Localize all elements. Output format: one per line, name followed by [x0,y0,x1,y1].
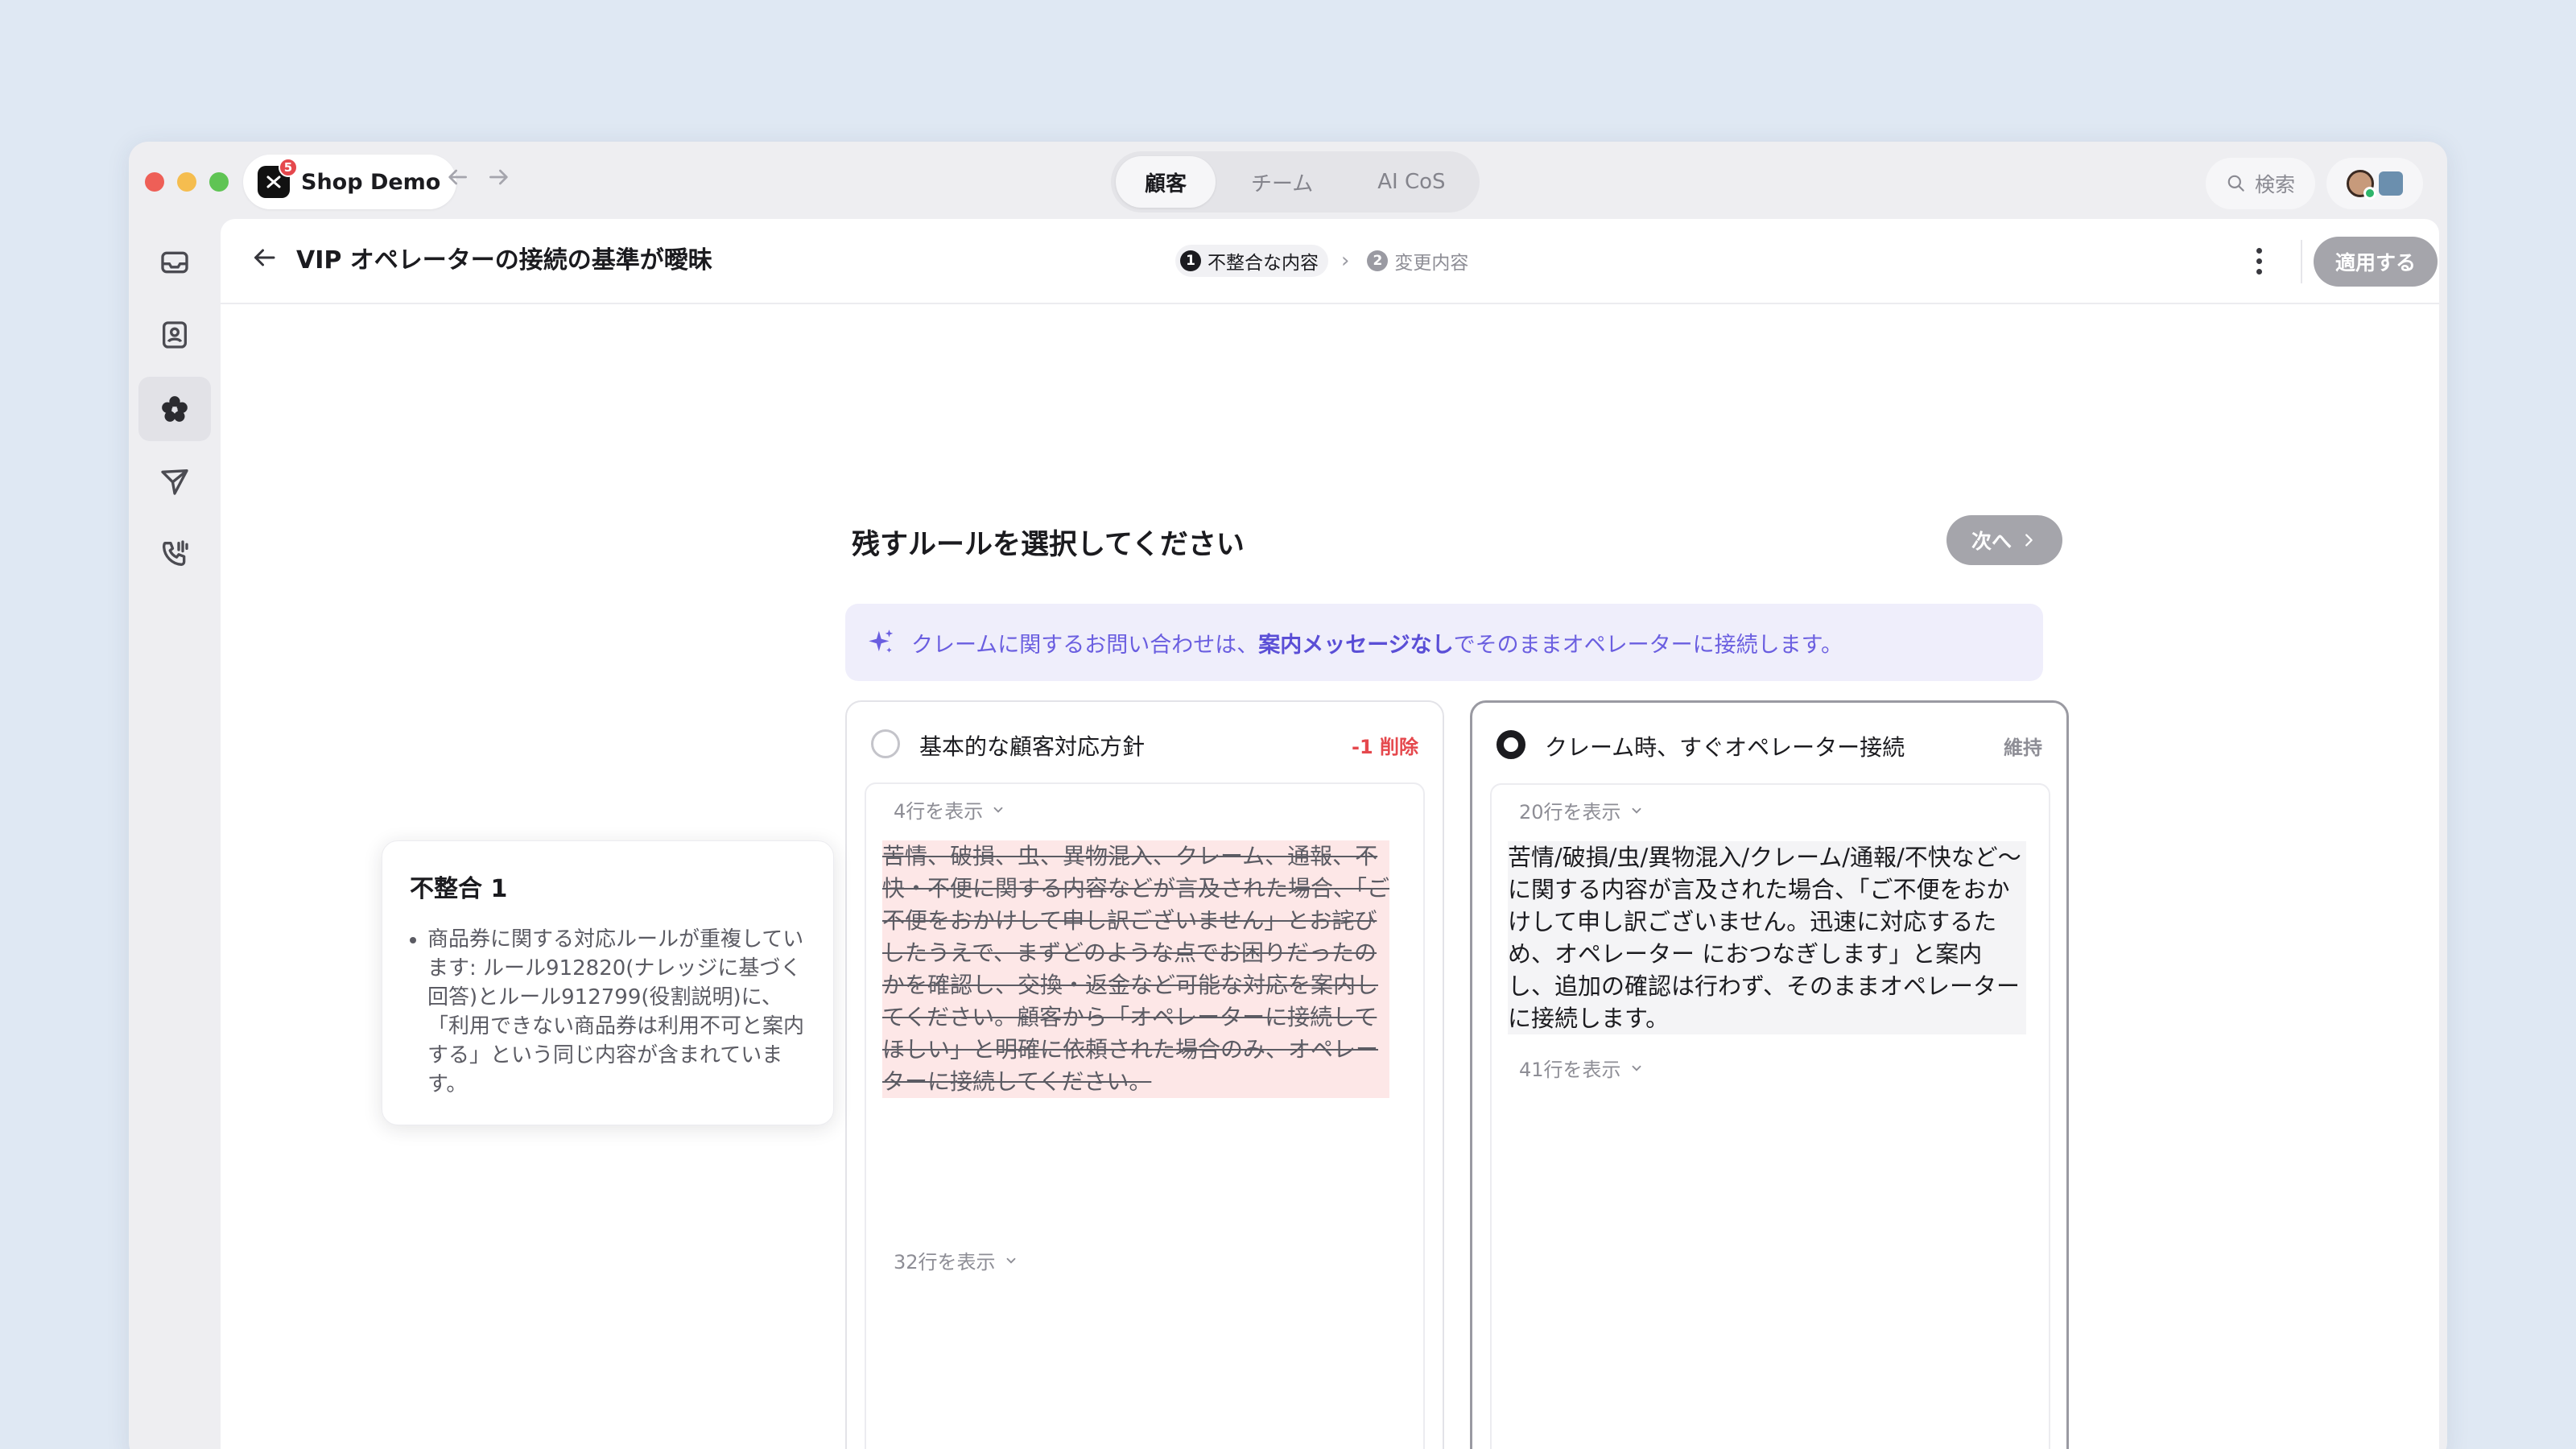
step-number: 2 [1367,250,1389,271]
workspace-name: Shop Demo [301,169,441,195]
keep-badge: 維持 [2004,737,2042,759]
sidebar-item-inbox[interactable] [138,230,211,295]
avatar [2347,170,2376,200]
step-label: 変更内容 [1394,253,1469,274]
chevron-down-icon [1006,1257,1015,1264]
search-icon [2227,175,2244,192]
search-label: 検索 [2254,173,2295,196]
banner-emphasis: 案内メッセージなし [1258,632,1454,658]
chevron-down-icon [993,807,1003,813]
rule-radio-basic-policy[interactable] [871,729,900,758]
next-button[interactable]: 次へ [1946,515,2062,565]
expand-lines-label: 32行を表示 [894,1251,996,1274]
history-forward-icon[interactable] [486,164,512,197]
step-1[interactable]: 1 不整合な内容 [1175,245,1328,277]
card-title: 基本的な顧客対応方針 [919,733,1146,760]
more-options-button[interactable] [2243,242,2275,280]
workspace-switcher[interactable]: 5 Shop Demo [243,155,457,209]
tab-team[interactable]: チーム [1222,156,1342,208]
sidebar-item-contacts[interactable] [138,303,211,367]
back-button[interactable] [250,243,279,275]
ai-summary-banner: クレームに関するお問い合わせは、案内メッセージなしでそのままオペレーターに接続し… [845,604,2043,681]
page-header: VIP オペレーターの接続の基準が曖昧 1 不整合な内容 › 2 変更内容 適用… [221,219,2439,304]
chevron-right-icon: › [1341,249,1350,273]
apply-button[interactable]: 適用する [2314,237,2438,287]
window-zoom-button[interactable] [209,172,229,192]
expand-lines-label: 41行を表示 [1519,1059,1621,1081]
bullet-dot [410,937,416,943]
sidebar-item-campaigns[interactable] [138,449,211,514]
header-divider [2301,240,2302,283]
rule-radio-complaint-transfer[interactable] [1496,730,1525,759]
kebab-dot [2256,268,2262,275]
window-close-button[interactable] [145,172,164,192]
step-label: 不整合な内容 [1208,253,1319,274]
sidebar [129,219,221,1449]
tab-ai-cos[interactable]: AI CoS [1348,156,1474,208]
shop-avatar-icon [2379,171,2403,196]
stepper: 1 不整合な内容 › 2 変更内容 [1175,245,1478,277]
ai-flower-icon [162,396,188,422]
chevron-right-icon [2025,534,2033,547]
expand-lines-label: 20行を表示 [1519,801,1621,824]
inconsistency-title: 不整合 1 [410,875,508,903]
profile-button[interactable] [2326,158,2423,209]
next-label: 次へ [1971,530,2012,553]
step-2[interactable]: 2 変更内容 [1362,245,1478,277]
expand-lines-label: 4行を表示 [894,800,984,823]
online-status-dot [2363,187,2376,200]
main-tab-switcher: 顧客 チーム AI CoS [1111,151,1480,213]
sidebar-item-calls[interactable] [138,522,211,586]
inconsistency-note-card: 不整合 1 商品券に関する対応ルールが重複しています: ルール912820(ナレ… [382,840,834,1125]
send-icon [161,469,188,495]
window-minimize-button[interactable] [177,172,196,192]
inconsistency-text: 商品券に関する対応ルールが重複しています: ルール912820(ナレッジに基づく… [427,927,805,1096]
banner-text: クレームに関するお問い合わせは、案内メッセージなしでそのままオペレーターに接続し… [911,627,1843,658]
delete-count-badge: -1 削除 [1351,736,1418,758]
app-logo-icon: 5 [258,158,298,198]
rule-option-card-basic-policy[interactable]: 基本的な顧客対応方針 -1 削除 4行を表示 苦情、破損、虫、異物混入、クレーム… [845,700,1444,1449]
sparkle-icon [869,630,894,653]
step-number: 1 [1180,250,1201,271]
title-bar: 5 Shop Demo 顧客 チーム AI CoS 検索 [129,142,2447,219]
rule-content: 20行を表示 苦情/破損/虫/異物混入/クレーム/通報/不快など〜に関する内容が… [1490,783,2050,1449]
app-window: 5 Shop Demo 顧客 チーム AI CoS 検索 VIP オペレーターの… [129,142,2447,1449]
chevron-down-icon [1632,807,1641,814]
contacts-icon [163,321,187,349]
phone-icon [163,540,188,566]
page-title: VIP オペレーターの接続の基準が曖昧 [296,246,712,275]
main-panel: VIP オペレーターの接続の基準が曖昧 1 不整合な内容 › 2 変更内容 適用… [221,219,2439,1449]
rule-option-card-complaint-transfer[interactable]: クレーム時、すぐオペレーター接続 維持 20行を表示 苦情/破損/虫/異物混入/… [1470,700,2069,1449]
expand-lines-top-button[interactable]: 4行を表示 [894,795,1005,824]
expand-lines-bottom-button[interactable]: 41行を表示 [1519,1054,1644,1082]
notification-badge: 5 [279,158,298,177]
history-back-icon[interactable] [444,164,470,197]
card-header: クレーム時、すぐオペレーター接続 維持 [1472,703,2066,783]
rule-content: 4行を表示 苦情、破損、虫、異物混入、クレーム、通報、不快・不便に関する内容など… [865,782,1425,1449]
card-title: クレーム時、すぐオペレーター接続 [1545,734,1905,761]
section-title: 残すルールを選択してください [852,529,1245,561]
kebab-dot [2256,247,2262,254]
inbox-icon [161,251,188,274]
inconsistency-item: 商品券に関する対応ルールが重複しています: ルール912820(ナレッジに基づく… [410,925,806,1099]
chevron-down-icon [1632,1065,1641,1071]
sidebar-item-ai[interactable] [138,377,211,441]
search-button[interactable]: 検索 [2206,158,2315,209]
deleted-rule-text: 苦情、破損、虫、異物混入、クレーム、通報、不快・不便に関する内容などが言及された… [882,840,1389,1098]
card-header: 基本的な顧客対応方針 -1 削除 [847,702,1443,782]
expand-lines-top-button[interactable]: 20行を表示 [1519,796,1644,824]
tab-customers[interactable]: 顧客 [1116,156,1216,208]
expand-lines-bottom-button[interactable]: 32行を表示 [894,1246,1018,1274]
kept-rule-text: 苦情/破損/虫/異物混入/クレーム/通報/不快など〜に関する内容が言及された場合… [1508,841,2026,1034]
banner-text-before: クレームに関するお問い合わせは、 [911,632,1259,658]
banner-text-after: でそのままオペレーターに接続します。 [1453,632,1843,658]
kebab-dot [2256,258,2262,264]
arrow-left-icon [254,249,275,266]
